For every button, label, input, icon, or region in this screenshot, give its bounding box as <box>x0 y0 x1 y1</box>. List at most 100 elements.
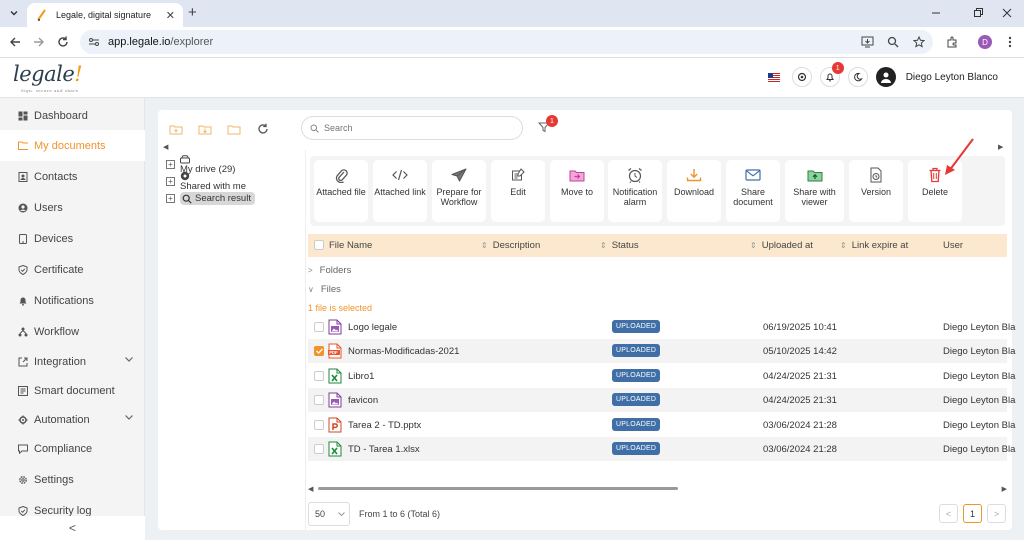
collapse-sidebar-button[interactable]: < <box>0 516 145 540</box>
refresh-icon[interactable] <box>255 121 271 137</box>
scroll-right-icon[interactable]: ▶ <box>1002 485 1007 493</box>
version-button[interactable]: Version <box>849 160 903 222</box>
legale-logo[interactable]: legale! Sign. secure and share <box>13 62 83 93</box>
sidebar-item-compliance[interactable]: Compliance <box>0 433 145 464</box>
support-button[interactable] <box>791 67 812 87</box>
table-row[interactable]: favicon UPLOADED 04/24/2025 21:31 Diego Ley… <box>308 388 1015 413</box>
column-file-name[interactable]: File Name <box>329 240 372 251</box>
sidebar-item-notifications[interactable]: Notifications <box>0 285 145 316</box>
bookmark-star-icon[interactable] <box>911 34 927 50</box>
edit-button[interactable]: Edit <box>491 160 545 222</box>
sidebar-item-my-documents[interactable]: My documents <box>0 130 145 161</box>
expand-icon[interactable]: + <box>166 177 175 186</box>
folders-group[interactable]: > Folders <box>308 265 351 276</box>
select-all-checkbox[interactable] <box>314 240 324 250</box>
table-row[interactable]: Logo legale UPLOADED 06/19/2025 10:41 Diego… <box>308 315 1015 339</box>
back-icon[interactable] <box>7 34 23 50</box>
file-name[interactable]: Libro1 <box>348 371 374 382</box>
sidebar-item-smart-document[interactable]: Smart document <box>0 375 145 406</box>
table-row[interactable]: Libro1 UPLOADED 04/24/2025 21:31 Diego Leyt… <box>308 364 1015 388</box>
sidebar-item-automation[interactable]: Automation <box>0 404 145 435</box>
attached-link-button[interactable]: Attached link <box>373 160 427 222</box>
table-row[interactable]: TD - Tarea 1.xlsx UPLOADED 03/06/2024 21:2… <box>308 437 1015 461</box>
tree-item-search-result[interactable]: + Search result <box>166 190 304 207</box>
svg-text:PDF: PDF <box>329 351 338 356</box>
row-checkbox[interactable] <box>314 419 324 430</box>
column-link-expire-at[interactable]: ⇕ Link expire at <box>840 240 908 251</box>
forward-icon[interactable] <box>31 34 47 50</box>
reload-icon[interactable] <box>55 34 71 50</box>
pane-divider[interactable] <box>305 150 306 530</box>
row-checkbox[interactable] <box>314 322 324 332</box>
new-folder-icon[interactable] <box>168 121 184 137</box>
scroll-left-icon[interactable]: ◀ <box>308 485 313 493</box>
address-bar[interactable]: app.legale.io/explorer <box>80 30 933 54</box>
zoom-icon[interactable] <box>885 34 901 50</box>
filter-button[interactable]: 1 <box>538 115 558 135</box>
restore-icon[interactable] <box>968 4 988 22</box>
page-1-button[interactable]: 1 <box>963 504 982 523</box>
search-box[interactable] <box>301 116 523 140</box>
file-name[interactable]: TD - Tarea 1.xlsx <box>348 444 420 455</box>
move-to-button[interactable]: Move to <box>550 160 604 222</box>
share-document-button[interactable]: Share document <box>726 160 780 222</box>
share-with-viewer-button[interactable]: Share with viewer <box>785 160 844 222</box>
notification-alarm-button[interactable]: Notification alarm <box>608 160 662 222</box>
sidebar-item-workflow[interactable]: Workflow <box>0 316 145 347</box>
tree-scroll-left-icon[interactable]: ◀ <box>163 143 168 151</box>
column-status[interactable]: ⇕ Status <box>600 240 639 251</box>
sidebar-item-users[interactable]: Users <box>0 192 145 223</box>
table-row[interactable]: PDF Normas-Modificadas-2021 UPLOADED 05/10/… <box>308 339 1015 364</box>
page-size-select[interactable]: 50 <box>308 502 350 526</box>
files-group[interactable]: ∨ Files <box>308 284 341 295</box>
expand-icon[interactable]: + <box>166 194 175 203</box>
row-checkbox[interactable] <box>314 395 324 406</box>
horizontal-scrollbar-thumb[interactable] <box>318 487 678 490</box>
close-window-icon[interactable] <box>997 4 1017 22</box>
sidebar-item-certificate[interactable]: Certificate <box>0 254 145 285</box>
row-checkbox[interactable] <box>314 370 324 381</box>
file-name[interactable]: Normas-Modificadas-2021 <box>348 346 459 357</box>
next-page-button[interactable]: > <box>987 504 1006 523</box>
browser-menu-icon[interactable] <box>1002 34 1018 50</box>
profile-avatar[interactable]: D <box>978 35 992 49</box>
sidebar-item-integration[interactable]: Integration <box>0 346 145 377</box>
tab-search-icon[interactable] <box>6 5 22 21</box>
user-avatar[interactable] <box>875 67 896 87</box>
attached-file-button[interactable]: Attached file <box>314 160 368 222</box>
column-user[interactable]: User <box>943 240 963 251</box>
file-name[interactable]: Logo legale <box>348 322 397 333</box>
download-button[interactable]: Download <box>667 160 721 222</box>
extensions-icon[interactable] <box>944 34 960 50</box>
browser-tab[interactable]: Legale, digital signature ✕ <box>27 3 183 27</box>
us-flag-icon[interactable] <box>767 72 780 82</box>
sidebar-item-dashboard[interactable]: Dashboard <box>0 100 145 131</box>
close-tab-icon[interactable]: ✕ <box>166 9 175 22</box>
minimize-icon[interactable] <box>926 4 946 22</box>
folder-icon[interactable] <box>226 121 242 137</box>
theme-toggle-button[interactable] <box>847 67 868 87</box>
sidebar-item-devices[interactable]: Devices <box>0 223 145 254</box>
search-input[interactable] <box>324 123 504 133</box>
row-checkbox[interactable] <box>314 346 324 357</box>
notifications-button[interactable]: 1 <box>819 62 844 87</box>
sidebar-item-contacts[interactable]: Contacts <box>0 161 145 192</box>
file-name[interactable]: Tarea 2 - TD.pptx <box>348 420 421 431</box>
download-folder-icon[interactable] <box>197 121 213 137</box>
prev-page-button[interactable]: < <box>939 504 958 523</box>
column-uploaded-at[interactable]: ⇕ Uploaded at <box>750 240 813 251</box>
table-row[interactable]: Tarea 2 - TD.pptx UPLOADED 03/06/2024 21:2… <box>308 413 1015 437</box>
file-name[interactable]: favicon <box>348 395 378 406</box>
expand-icon[interactable]: + <box>166 160 175 169</box>
column-description[interactable]: ⇕ Description <box>481 240 540 251</box>
paperclip-icon <box>332 166 350 184</box>
prepare-for-workflow-button[interactable]: Prepare for Workflow <box>432 160 486 222</box>
sidebar-item-settings[interactable]: Settings <box>0 464 145 495</box>
new-tab-icon[interactable]: + <box>188 5 197 21</box>
install-app-icon[interactable] <box>859 34 875 50</box>
tree-item-shared-with-me[interactable]: + Shared with me <box>166 171 304 192</box>
site-info-icon[interactable] <box>88 36 100 48</box>
panel-scroll-right-icon[interactable]: ▶ <box>998 143 1003 151</box>
row-checkbox[interactable] <box>314 444 324 454</box>
user-name[interactable]: Diego Leyton Blanco <box>906 72 998 83</box>
